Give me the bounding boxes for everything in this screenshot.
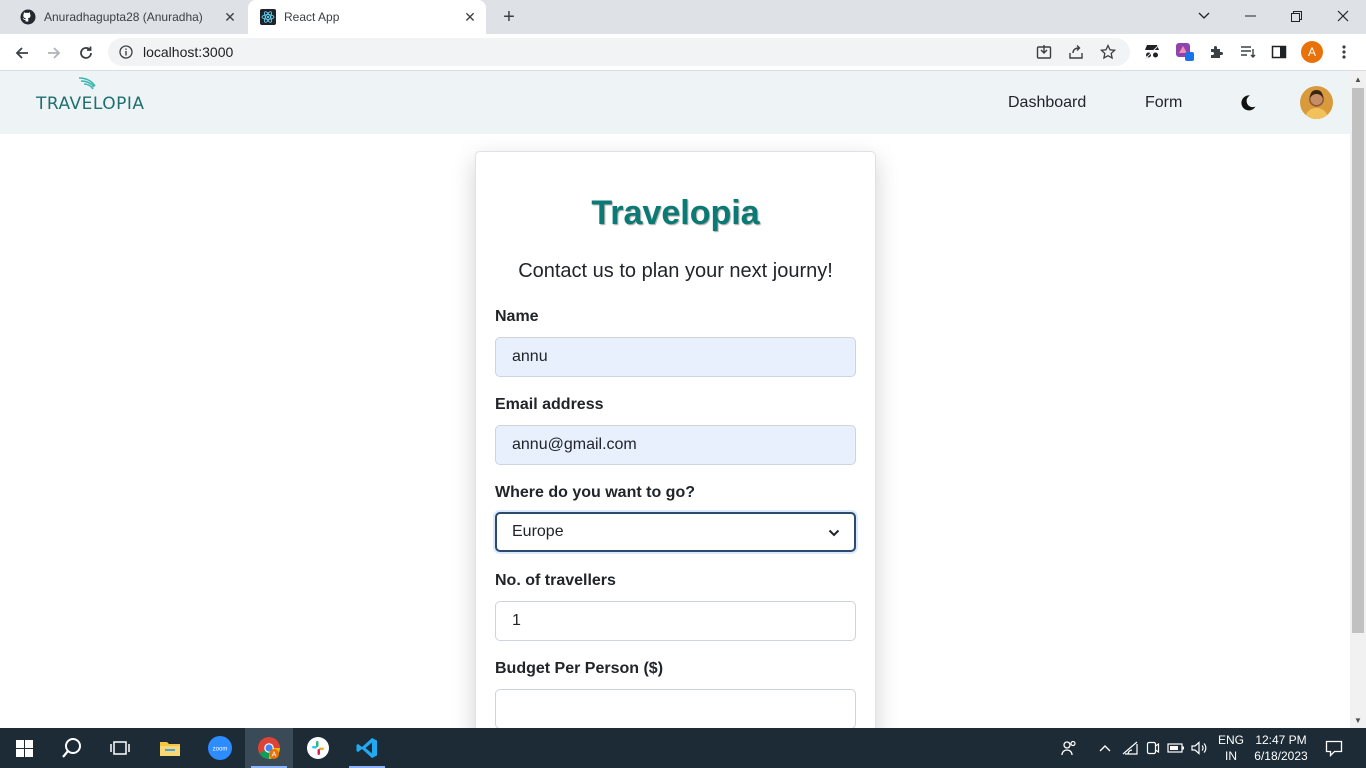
chevron-up-icon[interactable]: [1094, 728, 1116, 768]
people-icon[interactable]: [1058, 728, 1080, 768]
region-code: IN: [1225, 749, 1237, 763]
tab-title: Anuradhagupta28 (Anuradha): [44, 10, 203, 24]
email-input[interactable]: annu@gmail.com: [495, 425, 856, 465]
chrome-taskbar-icon[interactable]: A: [245, 728, 293, 768]
nav-link-form[interactable]: Form: [1145, 94, 1182, 112]
form-title: Travelopia: [591, 194, 760, 232]
side-panel-icon[interactable]: [1269, 42, 1289, 62]
wing-icon: [78, 77, 96, 90]
webcam-icon[interactable]: [1143, 728, 1163, 768]
chevron-down-icon: [828, 529, 840, 537]
new-tab-button[interactable]: +: [497, 6, 521, 28]
close-tab-icon[interactable]: ✕: [220, 7, 240, 27]
extension-incognito-icon[interactable]: [1142, 42, 1162, 62]
page-scrollbar[interactable]: ▲ ▼: [1350, 71, 1366, 728]
tab-github[interactable]: Anuradhagupta28 (Anuradha) ✕: [8, 0, 246, 34]
travellers-input-value: 1: [512, 612, 521, 629]
bookmark-star-icon[interactable]: [1098, 42, 1118, 62]
more-menu-icon[interactable]: [1334, 42, 1354, 62]
browser-tab-strip: Anuradhagupta28 (Anuradha) ✕ React App ✕…: [0, 0, 1366, 34]
profile-avatar-button[interactable]: A: [1301, 41, 1323, 63]
tab-search-icon[interactable]: [1181, 0, 1227, 32]
scrollbar-thumb[interactable]: [1352, 88, 1364, 633]
forward-button[interactable]: [40, 39, 68, 67]
restore-button[interactable]: [1273, 0, 1319, 32]
travellers-input[interactable]: 1: [495, 601, 856, 641]
windows-start-icon[interactable]: [0, 728, 48, 768]
back-button[interactable]: [8, 39, 36, 67]
travellers-label: No. of travellers: [495, 572, 616, 589]
github-icon: [20, 9, 36, 25]
notifications-icon[interactable]: [1320, 728, 1348, 768]
contact-form-card: Travelopia Contact us to plan your next …: [475, 151, 876, 728]
page-viewport: TRAVELOPIA Dashboard Form Travelopia Con…: [0, 71, 1366, 728]
site-info-icon[interactable]: [118, 44, 134, 60]
destination-select[interactable]: Europe: [495, 512, 856, 552]
windows-taskbar: zoom A ENG IN 12:47 PM 6/18/2023: [0, 728, 1366, 768]
slack-icon[interactable]: [294, 728, 342, 768]
budget-input[interactable]: [495, 689, 856, 728]
reload-button[interactable]: [72, 39, 100, 67]
zoom-app-icon[interactable]: zoom: [196, 728, 244, 768]
url-text: localhost:3000: [143, 44, 234, 60]
tab-react-app[interactable]: React App ✕: [248, 0, 486, 34]
clock[interactable]: 12:47 PM 6/18/2023: [1252, 732, 1310, 764]
scroll-up-arrow-icon[interactable]: ▲: [1350, 71, 1366, 87]
email-input-value: annu@gmail.com: [512, 436, 637, 453]
file-explorer-icon[interactable]: [146, 728, 194, 768]
name-label: Name: [495, 308, 539, 325]
name-input-value: annu: [512, 348, 548, 365]
wifi-icon[interactable]: [1120, 728, 1140, 768]
svg-text:A: A: [272, 752, 277, 759]
search-icon[interactable]: [48, 728, 96, 768]
battery-icon[interactable]: [1166, 728, 1186, 768]
language-indicator[interactable]: ENG IN: [1214, 732, 1248, 764]
volume-icon[interactable]: [1189, 728, 1211, 768]
budget-label: Budget Per Person ($): [495, 660, 664, 677]
email-label: Email address: [495, 396, 604, 413]
vscode-icon[interactable]: [343, 728, 391, 768]
destination-select-value: Europe: [512, 523, 564, 540]
close-window-button[interactable]: [1320, 0, 1366, 32]
react-icon: [260, 9, 276, 25]
task-view-icon[interactable]: [96, 728, 144, 768]
nav-link-dashboard[interactable]: Dashboard: [1008, 94, 1086, 112]
tab-title: React App: [284, 10, 340, 24]
minimize-button[interactable]: [1227, 0, 1273, 32]
name-input[interactable]: annu: [495, 337, 856, 377]
form-subtitle: Contact us to plan your next journy!: [518, 260, 833, 282]
close-tab-icon[interactable]: ✕: [460, 7, 480, 27]
address-bar[interactable]: localhost:3000: [108, 38, 1130, 66]
install-app-icon[interactable]: [1034, 42, 1054, 62]
travelopia-logo[interactable]: TRAVELOPIA: [34, 76, 144, 120]
clock-time: 12:47 PM: [1255, 733, 1307, 747]
destination-label: Where do you want to go?: [495, 484, 695, 501]
browser-toolbar: localhost:3000: [0, 34, 1366, 71]
reading-list-icon[interactable]: [1238, 42, 1258, 62]
dark-mode-moon-icon[interactable]: [1238, 93, 1258, 113]
brand-wordmark: TRAVELOPIA: [36, 94, 145, 114]
svg-text:zoom: zoom: [213, 747, 228, 753]
share-icon[interactable]: [1066, 42, 1086, 62]
user-avatar[interactable]: [1300, 86, 1333, 119]
site-navbar: TRAVELOPIA Dashboard Form: [0, 71, 1350, 134]
language-code: ENG: [1217, 733, 1244, 747]
extension-color-icon[interactable]: [1175, 42, 1195, 62]
clock-date: 6/18/2023: [1254, 749, 1308, 763]
scroll-down-arrow-icon[interactable]: ▼: [1350, 712, 1366, 728]
extensions-puzzle-icon[interactable]: [1206, 42, 1226, 62]
